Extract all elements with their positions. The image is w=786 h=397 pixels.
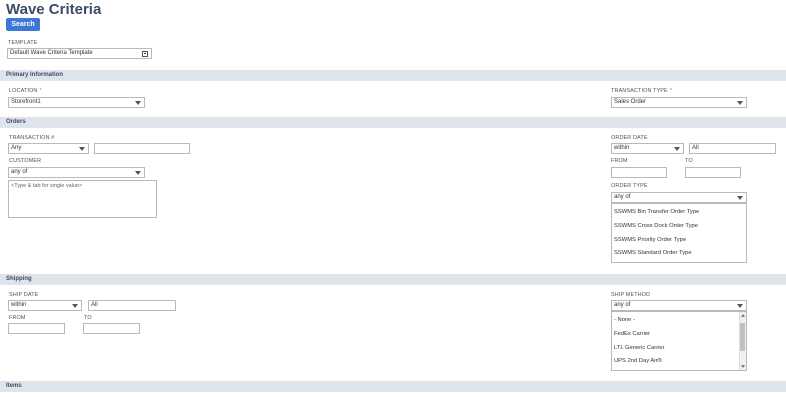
customer-operator-value: any of — [11, 169, 28, 175]
search-button[interactable]: Search — [6, 18, 40, 31]
ship-date-to-input[interactable] — [83, 323, 140, 334]
section-primary-information: Primary Information — [0, 70, 786, 81]
transaction-number-input[interactable] — [94, 143, 190, 154]
chevron-down-icon — [79, 147, 85, 151]
page-title: Wave Criteria — [6, 1, 102, 18]
ship-date-operator-select[interactable]: within — [8, 300, 82, 311]
section-orders: Orders — [0, 117, 786, 128]
order-date-to-label: TO — [685, 158, 693, 164]
chevron-down-icon — [737, 101, 743, 105]
list-item[interactable]: UPS 2nd Day Air® — [614, 358, 662, 364]
chevron-down-icon — [135, 171, 141, 175]
order-date-from-input[interactable] — [611, 167, 667, 178]
transaction-number-label: TRANSACTION # — [9, 135, 55, 141]
chevron-down-icon — [737, 196, 743, 200]
scrollbar-thumb[interactable] — [740, 323, 745, 351]
scrollbar[interactable] — [739, 312, 746, 370]
location-label: LOCATION * — [9, 88, 42, 94]
required-mark: * — [39, 88, 42, 94]
order-type-operator-select[interactable]: any of — [611, 192, 747, 203]
order-date-to-input[interactable] — [685, 167, 741, 178]
ship-date-value-input[interactable]: All — [88, 300, 176, 311]
required-mark: * — [669, 88, 673, 94]
ship-date-from-label: FROM — [9, 315, 26, 321]
order-date-from-label: FROM — [611, 158, 628, 164]
scroll-up-arrow-icon[interactable] — [740, 314, 745, 317]
transaction-type-value: Sales Order — [614, 99, 647, 105]
template-label: TEMPLATE — [8, 40, 38, 46]
list-item[interactable]: SSWMS Bin Transfer Order Type — [614, 209, 699, 215]
template-icon[interactable] — [142, 51, 148, 57]
list-item[interactable]: SSWMS Cross Dock Order Type — [614, 223, 698, 229]
order-date-operator-select[interactable]: within — [611, 143, 684, 154]
list-item[interactable]: FedEx Carrier — [614, 331, 650, 337]
list-item[interactable]: SSWMS Standard Order Type — [614, 250, 692, 256]
ship-date-from-input[interactable] — [8, 323, 65, 334]
customer-operator-select[interactable]: any of — [8, 167, 145, 178]
scroll-down-arrow-icon[interactable] — [740, 365, 745, 368]
transaction-type-label: TRANSACTION TYPE * — [611, 88, 673, 94]
ship-method-operator-select[interactable]: any of — [611, 300, 747, 311]
location-select[interactable]: Storefront1 — [8, 97, 145, 108]
order-type-operator-value: any of — [614, 194, 631, 200]
chevron-down-icon — [72, 304, 78, 308]
chevron-down-icon — [135, 101, 141, 105]
list-item[interactable]: LTL Generic Carrier — [614, 345, 665, 351]
ship-method-listbox[interactable]: - None - FedEx Carrier LTL Generic Carri… — [611, 311, 747, 371]
list-item[interactable]: SSWMS Priority Order Type — [614, 237, 686, 243]
section-shipping: Shipping — [0, 274, 786, 285]
ship-date-operator-value: within — [11, 302, 27, 308]
template-value: Default Wave Criteria Template — [10, 50, 93, 56]
customer-label: CUSTOMER — [9, 158, 42, 164]
ship-date-label: SHIP DATE — [9, 292, 39, 298]
order-type-label: ORDER TYPE — [611, 183, 648, 189]
transaction-operator-select[interactable]: Any — [8, 143, 89, 154]
chevron-down-icon — [737, 304, 743, 308]
customer-textarea[interactable]: <Type & tab for single value> — [8, 180, 157, 218]
order-type-listbox[interactable]: SSWMS Bin Transfer Order Type SSWMS Cros… — [611, 203, 747, 263]
section-items: Items — [0, 381, 786, 392]
chevron-down-icon — [674, 147, 680, 151]
ship-date-to-label: TO — [84, 315, 92, 321]
order-date-label: ORDER DATE — [611, 135, 648, 141]
template-field[interactable]: Default Wave Criteria Template — [7, 48, 152, 59]
order-date-operator-value: within — [614, 145, 630, 151]
list-item[interactable]: - None - — [614, 317, 635, 323]
order-date-value-input[interactable]: All — [689, 143, 776, 154]
location-value: Storefront1 — [11, 99, 41, 105]
ship-method-operator-value: any of — [614, 302, 631, 308]
transaction-operator-value: Any — [11, 145, 22, 151]
ship-method-label: SHIP METHOD — [611, 292, 651, 298]
transaction-type-select[interactable]: Sales Order — [611, 97, 747, 108]
